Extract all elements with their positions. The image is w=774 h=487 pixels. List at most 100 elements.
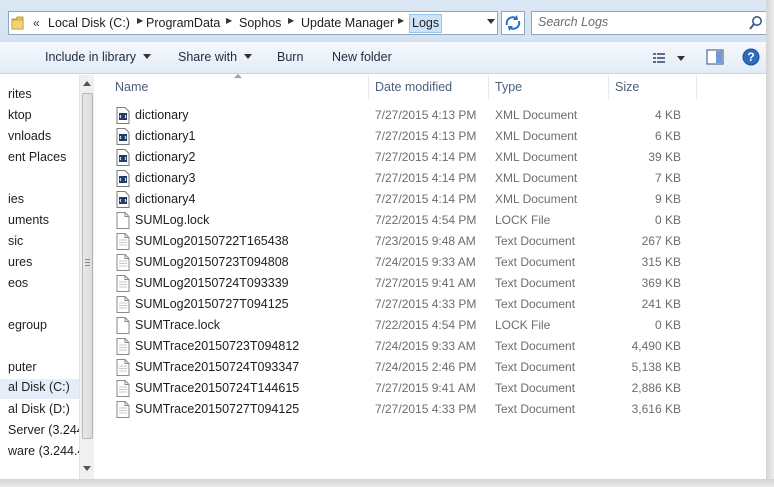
breadcrumb-separator-icon[interactable]: ▶ <box>137 16 143 25</box>
xml-file-icon <box>116 107 130 124</box>
new-folder-button[interactable]: New folder <box>332 50 392 64</box>
include-in-library-label: Include in library <box>45 50 137 64</box>
xml-file-icon <box>116 128 130 145</box>
file-size: 369 KB <box>641 276 681 290</box>
nav-item-documents[interactable]: uments <box>8 213 49 227</box>
file-date-modified: 7/24/2015 9:33 AM <box>375 339 476 353</box>
column-header-name[interactable]: Name <box>115 80 148 94</box>
nav-item-favorites[interactable]: rites <box>8 87 32 101</box>
file-row[interactable]: dictionary1 7/27/2015 4:13 PM XML Document… <box>96 126 766 147</box>
file-row[interactable]: SUMLog.lock 7/22/2015 4:54 PM LOCK File 0 K… <box>96 210 766 231</box>
column-header-date-modified[interactable]: Date modified <box>375 80 452 94</box>
nav-item-local-disk-c[interactable]: al Disk (C:) <box>0 379 79 399</box>
file-row[interactable]: SUMLog20150722T165438 7/23/2015 9:48 AM Te… <box>96 231 766 252</box>
nav-scrollbar[interactable] <box>79 75 94 479</box>
file-row[interactable]: dictionary 7/27/2015 4:13 PM XML Document 4… <box>96 105 766 126</box>
file-row[interactable]: dictionary4 7/27/2015 4:14 PM XML Document… <box>96 189 766 210</box>
nav-item-computer[interactable]: puter <box>8 360 37 374</box>
file-row[interactable]: SUMTrace20150727T094125 7/27/2015 4:33 PM… <box>96 399 766 420</box>
nav-item-homegroup[interactable]: egroup <box>8 318 47 332</box>
file-name: SUMTrace20150727T094125 <box>135 402 300 416</box>
share-with-button[interactable]: Share with <box>178 50 253 64</box>
file-name: SUMLog.lock <box>135 213 210 227</box>
file-type: Text Document <box>495 276 576 290</box>
column-divider[interactable] <box>488 75 489 99</box>
file-row[interactable]: SUMTrace20150723T094812 7/24/2015 9:33 AM… <box>96 336 766 357</box>
include-in-library-button[interactable]: Include in library <box>45 50 152 64</box>
file-name: dictionary1 <box>135 129 196 143</box>
preview-pane-icon[interactable] <box>706 49 724 65</box>
file-type: Text Document <box>495 360 576 374</box>
breadcrumb-separator-icon[interactable]: ▶ <box>226 16 232 25</box>
breadcrumb-logs[interactable]: Logs <box>409 14 443 33</box>
address-bar[interactable]: « Local Disk (C:) ▶ ProgramData ▶ Sophos… <box>8 11 498 35</box>
scroll-up-icon[interactable] <box>83 81 91 86</box>
file-size: 267 KB <box>641 234 681 248</box>
nav-item-downloads[interactable]: vnloads <box>8 129 51 143</box>
breadcrumb-separator-icon[interactable]: ▶ <box>398 16 404 25</box>
breadcrumb-overflow-chevron[interactable]: « <box>33 16 40 30</box>
breadcrumb-local-disk[interactable]: Local Disk (C:) <box>48 16 130 30</box>
column-divider[interactable] <box>608 75 609 99</box>
file-list: Name Date modified Type Size dictionary 7… <box>96 74 766 479</box>
file-date-modified: 7/22/2015 4:54 PM <box>375 318 477 332</box>
address-dropdown-icon[interactable] <box>487 19 495 24</box>
help-icon[interactable]: ? <box>742 48 760 66</box>
change-view-button[interactable] <box>651 50 691 66</box>
file-date-modified: 7/27/2015 4:13 PM <box>375 108 477 122</box>
file-date-modified: 7/24/2015 9:33 AM <box>375 255 476 269</box>
explorer-window: « Local Disk (C:) ▶ ProgramData ▶ Sophos… <box>0 0 774 487</box>
file-row[interactable]: SUMTrace20150724T144615 7/27/2015 9:41 AM… <box>96 378 766 399</box>
file-type: XML Document <box>495 192 578 206</box>
file-type: Text Document <box>495 297 576 311</box>
nav-item-network-share[interactable]: ware (3.244.4 <box>8 444 84 458</box>
file-size: 9 KB <box>654 192 681 206</box>
file-date-modified: 7/27/2015 4:13 PM <box>375 129 477 143</box>
column-header-type[interactable]: Type <box>495 80 522 94</box>
file-row[interactable]: SUMLog20150727T094125 7/27/2015 4:33 PM Te… <box>96 294 766 315</box>
search-icon[interactable] <box>748 15 764 31</box>
column-header-size[interactable]: Size <box>615 80 639 94</box>
text-file-icon <box>116 338 130 355</box>
nav-item-pictures[interactable]: ures <box>8 255 32 269</box>
nav-item-libraries[interactable]: ies <box>8 192 24 206</box>
text-file-icon <box>116 296 130 313</box>
file-size: 5,138 KB <box>631 360 681 374</box>
scroll-down-icon[interactable] <box>83 466 91 471</box>
breadcrumb-programdata[interactable]: ProgramData <box>146 16 220 30</box>
nav-scroll-thumb[interactable] <box>82 93 93 439</box>
chevron-down-icon <box>244 54 253 59</box>
file-row[interactable]: SUMTrace20150724T093347 7/24/2015 2:46 PM… <box>96 357 766 378</box>
file-row[interactable]: SUMLog20150724T093339 7/27/2015 9:41 AM Te… <box>96 273 766 294</box>
file-size: 315 KB <box>641 255 681 269</box>
breadcrumb-separator-icon[interactable]: ▶ <box>288 16 294 25</box>
nav-item-recent-places[interactable]: ent Places <box>8 150 66 164</box>
nav-item-desktop[interactable]: ktop <box>8 108 32 122</box>
breadcrumb-update-manager[interactable]: Update Manager <box>301 16 394 30</box>
sort-ascending-icon <box>234 74 242 78</box>
breadcrumb-sophos[interactable]: Sophos <box>239 16 281 30</box>
file-name: SUMLog20150723T094808 <box>135 255 289 269</box>
xml-file-icon <box>116 191 130 208</box>
nav-item-videos[interactable]: eos <box>8 276 28 290</box>
nav-item-music[interactable]: sic <box>8 234 23 248</box>
file-date-modified: 7/27/2015 9:41 AM <box>375 381 476 395</box>
nav-item-network-server[interactable]: Server (3.244. <box>8 423 87 437</box>
xml-file-icon <box>116 149 130 166</box>
file-date-modified: 7/23/2015 9:48 AM <box>375 234 476 248</box>
file-name: SUMTrace.lock <box>135 318 220 332</box>
burn-button[interactable]: Burn <box>277 50 303 64</box>
blank-file-icon <box>116 317 130 334</box>
file-row[interactable]: SUMLog20150723T094808 7/24/2015 9:33 AM Te… <box>96 252 766 273</box>
search-input[interactable] <box>538 15 738 29</box>
file-row[interactable]: dictionary2 7/27/2015 4:14 PM XML Document… <box>96 147 766 168</box>
search-box[interactable] <box>531 11 767 35</box>
file-row[interactable]: dictionary3 7/27/2015 4:14 PM XML Document… <box>96 168 766 189</box>
column-divider[interactable] <box>368 75 369 99</box>
refresh-button[interactable] <box>501 11 525 35</box>
column-divider[interactable] <box>696 75 697 99</box>
file-date-modified: 7/27/2015 4:14 PM <box>375 171 477 185</box>
text-file-icon <box>116 401 130 418</box>
file-row[interactable]: SUMTrace.lock 7/22/2015 4:54 PM LOCK File 0… <box>96 315 766 336</box>
nav-item-local-disk-d[interactable]: al Disk (D:) <box>8 402 70 416</box>
